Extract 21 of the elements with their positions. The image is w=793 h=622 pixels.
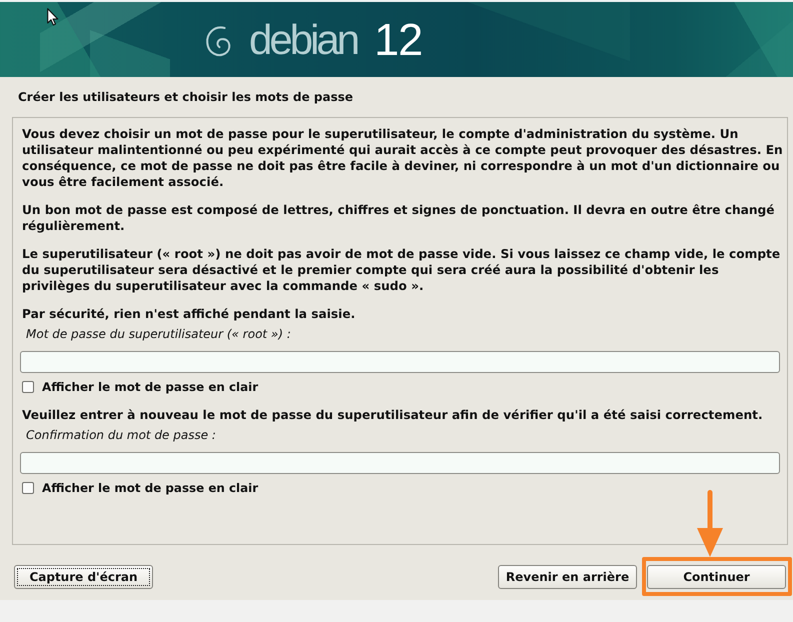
instruction-text: Veuillez entrer à nouveau le mot de passe du superutilisateur afin de vérifier qu'il a été saisi correctement.	[22, 407, 764, 423]
field-label: Mot de passe du superutilisateur (« root ») :	[26, 326, 292, 342]
password-field[interactable]	[20, 452, 780, 474]
continue-button[interactable]: Continuer	[647, 565, 786, 589]
field-label: Confirmation du mot de passe :	[26, 427, 217, 443]
checkbox[interactable]	[22, 381, 34, 393]
screenshot-button[interactable]: Capture d'écran	[14, 565, 153, 589]
checkbox[interactable]	[22, 482, 34, 494]
instruction-text: Le superutilisateur (« root ») ne doit pas avoir de mot de passe vide. Si vous laissez ce champ vide, le compte du superutilisateur sera désactivé et le premier compte qui sera créé aura la possibilité d'obtenir les privilèges du superutilisateur avec la commande « sudo ».	[22, 246, 782, 294]
checkbox-label[interactable]: Afficher le mot de passe en clair	[42, 480, 258, 496]
instruction-text: Un bon mot de passe est composé de lettres, chiffres et signes de ponctuation. Il devra en outre être changé régulièrement.	[22, 202, 776, 234]
instruction-text: Par sécurité, rien n'est affiché pendant la saisie.	[22, 306, 356, 322]
back-button[interactable]: Revenir en arrière	[498, 565, 637, 589]
password-field[interactable]	[20, 351, 780, 373]
mouse-cursor-icon	[47, 8, 59, 26]
down-arrow-icon	[696, 490, 724, 557]
page-title: Créer les utilisateurs et choisir les mots de passe	[17, 89, 354, 106]
instruction-text: Vous devez choisir un mot de passe pour le superutilisateur, le compte d'administration du système. Un utilisateur malintentionné ou peu expérimenté qui aurait accès à ce compte peut provoquer des désastres. En conséquence, ce mot de passe ne doit pas être facile à deviner, ni correspondre à un mot d'un dictionnaire ou vous être facilement associé.	[22, 126, 784, 190]
logo-wordmark: debian	[249, 18, 358, 60]
checkbox-label[interactable]: Afficher le mot de passe en clair	[42, 379, 258, 395]
version-number: 12	[374, 17, 422, 62]
